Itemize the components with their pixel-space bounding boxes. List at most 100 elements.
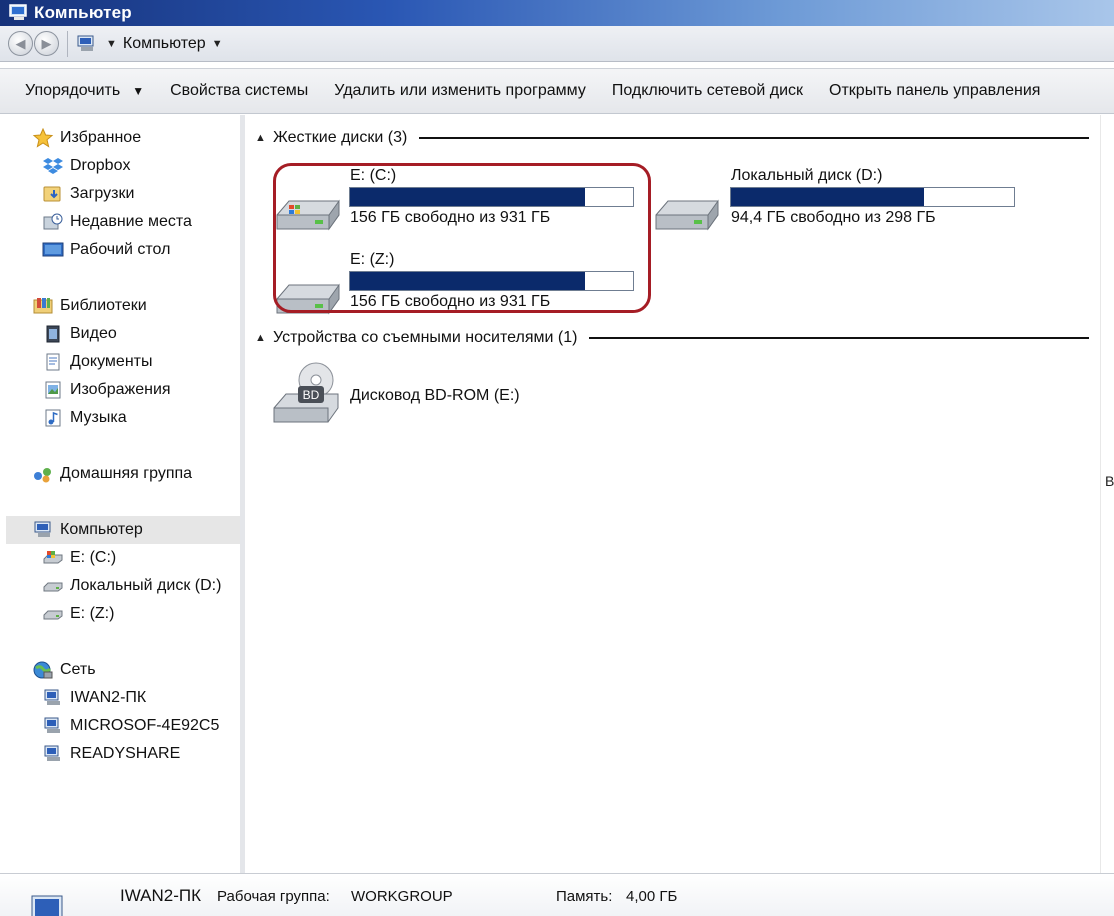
preview-pane-text: В [1105,473,1114,489]
nav-item-recent-places[interactable]: Недавние места [6,208,240,236]
network-computer-icon [42,716,64,736]
nav-item-homegroup[interactable]: Домашняя группа [6,460,240,488]
music-icon [42,408,64,428]
network-computer-icon [42,744,64,764]
nav-item-dropbox[interactable]: Dropbox [6,152,240,180]
nav-label: Избранное [60,129,142,146]
arrow-right-icon: ▶ [41,35,52,51]
command-bar: Упорядочить ▼ Свойства системы Удалить ил… [0,68,1114,114]
group-header-removable[interactable]: ▲ Устройства со съемными носителями (1) [255,327,1089,349]
nav-label: Видео [70,325,117,342]
nav-item-net-microsof[interactable]: MICROSOF-4E92C5 [6,712,240,740]
network-globe-icon [32,660,54,680]
group-header-hard-disks[interactable]: ▲ Жесткие диски (3) [255,127,1089,149]
group-title: Устройства со съемными носителями (1) [273,329,578,346]
forward-button[interactable]: ▶ [34,31,59,56]
navigation-pane: Избранное Dropbox Загрузки Недавние мест… [6,115,240,873]
nav-label: Компьютер [60,521,143,538]
nav-label: Локальный диск (D:) [70,577,222,594]
nav-item-images[interactable]: Изображения [6,376,240,404]
usage-fill [731,188,925,206]
memory-value: 4,00 ГБ [626,888,678,905]
nav-item-desktop[interactable]: Рабочий стол [6,236,240,264]
drive-usage-bar [730,187,1015,207]
nav-label: Рабочий стол [70,241,171,258]
libraries-icon [32,296,54,316]
address-separator [67,30,68,57]
dropbox-icon [42,156,64,176]
drive-name: Локальный диск (D:) [731,167,883,184]
system-drive-icon [42,548,64,568]
chevron-down-icon[interactable]: ▼ [212,38,223,50]
downloads-folder-icon [42,184,64,204]
nav-item-downloads[interactable]: Загрузки [6,180,240,208]
hard-drive-icon [42,604,64,624]
back-button[interactable]: ◀ [8,31,33,56]
homegroup-icon [32,464,54,484]
nav-item-music[interactable]: Музыка [6,404,240,432]
star-icon [32,128,54,148]
address-bar: ◀ ▶ ▼ Компьютер ▼ [0,26,1114,62]
workgroup-label: Рабочая группа: [217,888,330,905]
drive-usage-bar [349,271,634,291]
drive-name: E: (Z:) [350,251,395,268]
content-area: ▲ Жесткие диски (3) E: (C:) 156 ГБ свобо… [245,115,1100,873]
drive-name: Дисковод BD-ROM (E:) [350,387,520,404]
breadcrumb-computer[interactable]: Компьютер [123,35,206,53]
drive-free-space: 156 ГБ свободно из 931 ГБ [350,293,551,310]
drive-item-d[interactable]: Локальный диск (D:) 94,4 ГБ свободно из … [652,167,1032,239]
map-network-drive-button[interactable]: Подключить сетевой диск [612,82,803,100]
system-properties-button[interactable]: Свойства системы [170,82,308,100]
nav-item-video[interactable]: Видео [6,320,240,348]
nav-label: READYSHARE [70,745,181,762]
nav-item-net-iwan2[interactable]: IWAN2-ПК [6,684,240,712]
arrow-left-icon: ◀ [15,35,26,51]
nav-label: E: (C:) [70,549,117,566]
nav-label: IWAN2-ПК [70,689,147,706]
title-bar: Компьютер [0,0,1114,26]
network-computer-icon [42,688,64,708]
nav-item-network[interactable]: Сеть [6,656,240,684]
group-divider-line [589,337,1089,339]
group-title: Жесткие диски (3) [273,129,408,146]
nav-label: Недавние места [70,213,192,230]
collapse-triangle-icon[interactable]: ▲ [255,332,271,344]
hard-drive-icon [655,199,719,231]
computer-name: IWAN2-ПК [120,886,201,905]
nav-item-documents[interactable]: Документы [6,348,240,376]
open-control-panel-button[interactable]: Открыть панель управления [829,82,1040,100]
nav-label: Загрузки [70,185,135,202]
hard-drive-icon [42,576,64,596]
computer-icon [77,35,94,51]
nav-item-net-readyshare[interactable]: READYSHARE [6,740,240,768]
collapse-triangle-icon[interactable]: ▲ [255,132,271,144]
organize-label: Упорядочить [25,82,121,99]
nav-item-libraries[interactable]: Библиотеки [6,292,240,320]
computer-icon [32,520,54,540]
drive-item-bd-rom[interactable]: BD Дисковод BD-ROM (E:) [270,360,570,430]
nav-item-favorites[interactable]: Избранное [6,124,240,152]
usage-fill [350,272,586,290]
details-pane: IWAN2-ПК Рабочая группа: WORKGROUP Памят… [0,873,1114,916]
nav-item-drive-c[interactable]: E: (C:) [6,544,240,572]
nav-label: Музыка [70,409,127,426]
memory-label: Память: [556,888,613,905]
uninstall-program-button[interactable]: Удалить или изменить программу [334,82,586,100]
nav-item-drive-z[interactable]: E: (Z:) [6,600,240,628]
organize-button[interactable]: Упорядочить ▼ [25,82,144,100]
nav-label: Изображения [70,381,171,398]
system-drive-icon [276,199,340,231]
recent-places-icon [42,212,64,232]
nav-label: Домашняя группа [60,465,193,482]
window-title: Компьютер [34,3,132,22]
nav-item-drive-d[interactable]: Локальный диск (D:) [6,572,240,600]
breadcrumb-arrow-icon[interactable]: ▼ [106,38,117,50]
computer-icon [31,895,63,916]
drive-item-z[interactable]: E: (Z:) 156 ГБ свободно из 931 ГБ [273,251,643,323]
nav-item-computer[interactable]: Компьютер [6,516,240,544]
drive-free-space: 156 ГБ свободно из 931 ГБ [350,209,551,226]
drive-usage-bar [349,187,634,207]
nav-label: Документы [70,353,153,370]
drive-item-c[interactable]: E: (C:) 156 ГБ свободно из 931 ГБ [273,167,643,239]
group-divider-line [419,137,1089,139]
